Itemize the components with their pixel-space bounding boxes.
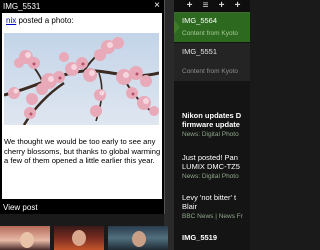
divider xyxy=(164,0,174,250)
feed-item-img-5519[interactable]: IMG_5519 xyxy=(174,232,250,250)
feed-item-source: News: Digital Photo xyxy=(182,173,239,180)
feed-item-title: IMG_5519 xyxy=(182,233,218,242)
feed-item-img-5564[interactable]: IMG_5564 Content from Kyoto xyxy=(174,13,250,42)
photo-caption: We thought we would be too early to see … xyxy=(4,137,161,165)
thumbnail-image[interactable] xyxy=(108,226,168,250)
feed-item-title: IMG_5564 xyxy=(182,16,218,25)
feed-item-source: News: Digital Photo xyxy=(182,131,239,138)
poster-action-text: posted a photo: xyxy=(16,16,74,25)
add-icon[interactable]: + xyxy=(232,0,243,12)
feed-item-panasonic[interactable]: Just posted! Pan LUMIX DMC-TZ5 News: Dig… xyxy=(174,152,250,188)
photo-image xyxy=(4,33,159,125)
feed-item-title-line2: LUMIX DMC-TZ5 xyxy=(182,162,240,171)
feed-item-title-line2: firmware update xyxy=(182,120,240,129)
thumbnail-image[interactable] xyxy=(0,226,50,250)
feed-item-title-line2: Blair xyxy=(182,202,198,211)
view-post-link[interactable]: View post xyxy=(3,203,38,213)
feed-item-source: BBC News | News Fr xyxy=(182,213,243,220)
feed-panel: + ≡ + + IMG_5564 Content from Kyoto IMG_… xyxy=(174,0,250,250)
feed-item-title: Nikon updates D xyxy=(182,111,242,120)
popup-title: IMG_5531 xyxy=(3,2,41,11)
cherry-blossom-photo[interactable] xyxy=(4,33,159,125)
feed-item-source: Content from Kyoto xyxy=(182,30,238,37)
thumbnail-image[interactable] xyxy=(54,226,104,250)
feed-item-levy[interactable]: Levy 'not bitter' t Blair BBC News | New… xyxy=(174,192,250,226)
feed-item-title: Just posted! Pan xyxy=(182,153,238,162)
feed-item-title: IMG_5551 xyxy=(182,47,218,56)
poster-line: nix posted a photo: xyxy=(6,16,74,26)
close-icon[interactable]: × xyxy=(152,0,162,12)
face-shape xyxy=(132,231,146,247)
selected-arrow-icon xyxy=(174,20,180,34)
feed-toolbar: + ≡ + + xyxy=(174,0,250,13)
poster-link[interactable]: nix xyxy=(6,16,16,25)
feed-item-title: Levy 'not bitter' t xyxy=(182,193,237,202)
add-icon[interactable]: + xyxy=(184,0,195,12)
photo-popup: IMG_5531 × nix posted a photo: We though… xyxy=(0,0,165,214)
feed-item-img-5551[interactable]: IMG_5551 Content from Kyoto xyxy=(174,43,250,81)
menu-icon[interactable]: ≡ xyxy=(200,0,211,12)
face-shape xyxy=(20,232,34,248)
feed-item-nikon[interactable]: Nikon updates D firmware update News: Di… xyxy=(174,110,250,146)
face-shape xyxy=(72,230,86,246)
add-icon[interactable]: + xyxy=(216,0,227,12)
popup-body: nix posted a photo: We thought we would … xyxy=(2,13,162,199)
feed-item-source: Content from Kyoto xyxy=(182,68,238,75)
